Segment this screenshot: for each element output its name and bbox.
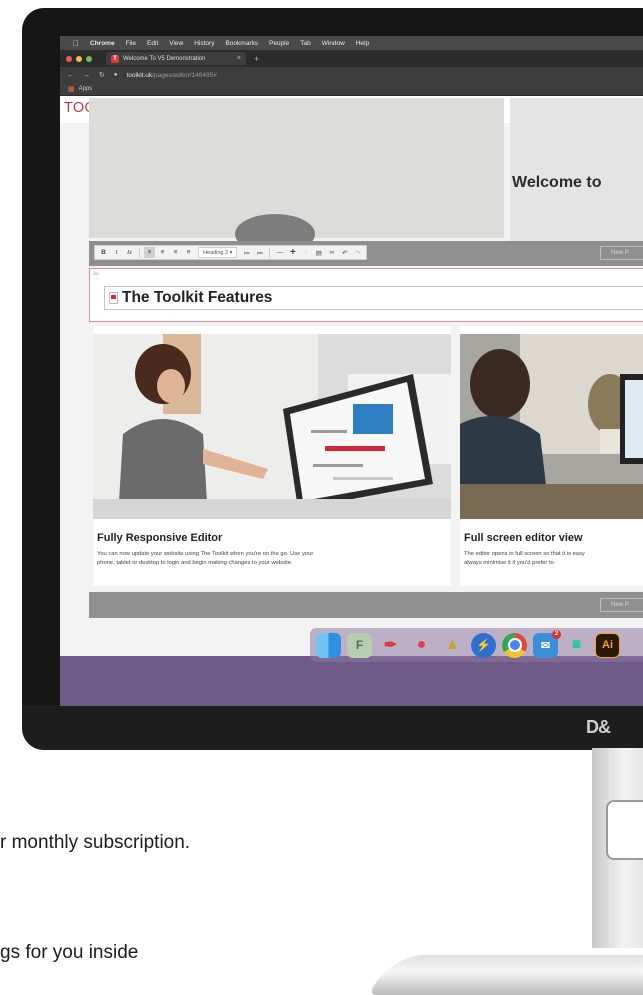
italic-button[interactable]: I [111,247,122,258]
speech-bubble-icon[interactable]: ● [409,633,434,658]
link-icon[interactable]: ∞ [326,247,337,258]
flag-icon[interactable] [109,292,118,304]
forward-arrow-icon[interactable]: → [83,72,90,79]
monitor-chin [22,705,643,750]
feature-card[interactable]: Fully Responsive Editor You can now upda… [93,326,451,586]
font-book-icon[interactable]: F [347,632,372,658]
menu-tab[interactable]: Tab [300,40,310,47]
editor-toolbar: B I Ix ≡ ≡ ≡ ≡ Heading 2 ▾ ≔ ≔ — + ○ ▤ ∞… [94,245,368,260]
illustrator-icon[interactable]: Ai [595,632,620,658]
page: D&  Chrome File Edit View History Bookm… [0,0,643,995]
monitor-screen:  Chrome File Edit View History Bookmark… [60,36,643,706]
maximize-window-button[interactable] [86,55,92,62]
align-right-icon[interactable]: ≡ [170,247,181,258]
element-path-tag: div [93,271,99,276]
monitor-stand-base [368,955,643,995]
browser-address-bar: ← → ↻ ● toolkit.uk/pages/editor/146495# [60,67,643,83]
card-image [93,334,451,519]
horizontal-rule-icon[interactable]: — [274,247,285,258]
card-description-line: always minimise it if you'd prefer to. [464,559,556,566]
menu-history[interactable]: History [194,40,214,47]
features-heading: The Toolkit Features [122,289,273,306]
monitor-stand-cable-hole [606,800,643,860]
card-description-line: phone, tablet or desktop to login and be… [97,559,293,566]
new-page-button[interactable]: New P [600,246,643,260]
browser-tab-strip: T Welcome To V5 Demonstration × + [60,50,643,67]
bold-button[interactable]: B [98,247,109,258]
chrome-icon[interactable] [502,632,527,658]
browser-tab[interactable]: T Welcome To V5 Demonstration × [106,52,246,65]
woman-with-laptop-illustration [93,334,451,519]
new-page-button[interactable]: New P [600,598,643,612]
mail-badge: 2 [552,629,561,639]
undo-icon[interactable]: ↶ [339,247,350,258]
menu-bookmarks[interactable]: Bookmarks [225,40,258,47]
heading-editor-field[interactable]: The Toolkit Features [104,286,643,310]
finder-icon[interactable] [316,632,341,658]
promo-text-line: gs for you inside [0,942,139,963]
document-icon[interactable]: ▤ [313,247,324,258]
numbered-list-icon[interactable]: ≔ [241,247,252,258]
back-arrow-icon[interactable]: ← [67,72,74,79]
url-input[interactable]: toolkit.uk/pages/editor/146495# [127,72,217,79]
menu-file[interactable]: File [126,40,136,47]
macos-dock: F ✒ ● ▲ ⚡ ✉ 2 ■ Ai [310,628,643,662]
heading-format-value: Heading 2 [203,249,229,256]
bulleted-list-icon[interactable]: ≔ [254,247,265,258]
card-description-line: The editor opens in full screen so that … [464,551,585,557]
card-description-line: You can now update your website using Th… [97,551,314,557]
slack-icon[interactable]: ■ [564,633,589,658]
apple-icon[interactable]:  [73,39,79,48]
menu-people[interactable]: People [269,40,289,47]
lock-icon: ● [113,72,118,78]
card-description: You can now update your website using Th… [97,550,437,567]
align-left-icon[interactable]: ≡ [144,247,155,258]
align-center-icon[interactable]: ≡ [157,247,168,258]
redo-icon[interactable]: ↷ [352,247,363,258]
lightning-icon[interactable]: ⚡ [471,632,496,658]
menu-chrome[interactable]: Chrome [90,40,115,47]
monitor-brand-logo: D& [586,717,611,737]
menu-help[interactable]: Help [356,40,369,47]
feature-card[interactable]: Full screen editor view The editor opens… [460,326,643,586]
promo-text-line: r monthly subscription. [0,832,191,853]
hero-welcome-panel [510,98,643,248]
card-title: Fully Responsive Editor [97,532,223,544]
align-justify-icon[interactable]: ≡ [183,247,194,258]
minimize-window-button[interactable] [76,55,82,62]
url-domain: toolkit.uk [126,71,153,79]
insert-plus-icon[interactable]: + [287,247,298,258]
toolbar-separator [139,247,140,258]
card-image [460,334,643,519]
menu-edit[interactable]: Edit [147,40,158,47]
close-window-button[interactable] [66,55,72,62]
bookmark-apps[interactable]: Apps [79,86,93,92]
new-tab-button[interactable]: + [254,54,259,64]
tab-close-icon[interactable]: × [237,55,241,62]
gym-icon[interactable]: ▲ [440,633,465,658]
editor-bottom-row [89,592,643,618]
tab-title: Welcome To V5 Demonstration [123,55,206,62]
apps-grid-icon: ▦ [68,86,75,93]
menu-window[interactable]: Window [322,40,345,47]
image-icon[interactable]: ○ [300,247,311,258]
clear-formatting-button[interactable]: Ix [124,247,135,258]
macos-menu-bar:  Chrome File Edit View History Bookmark… [60,36,643,50]
mail-icon[interactable]: ✉ 2 [533,629,561,658]
man-at-desktop-illustration [460,334,643,519]
card-title: Full screen editor view [464,532,583,544]
pen-tool-icon[interactable]: ✒ [378,633,403,658]
card-description: The editor opens in full screen so that … [464,550,643,567]
site-favicon-icon: T [111,54,119,63]
bookmarks-bar: ▦ Apps [60,83,643,96]
menu-view[interactable]: View [169,40,183,47]
url-path: /pages/editor/146495# [152,71,217,79]
welcome-heading: Welcome to [512,174,602,191]
toolbar-separator [269,247,271,258]
reload-icon[interactable]: ↻ [99,71,105,79]
heading-format-select[interactable]: Heading 2 ▾ [198,247,238,258]
